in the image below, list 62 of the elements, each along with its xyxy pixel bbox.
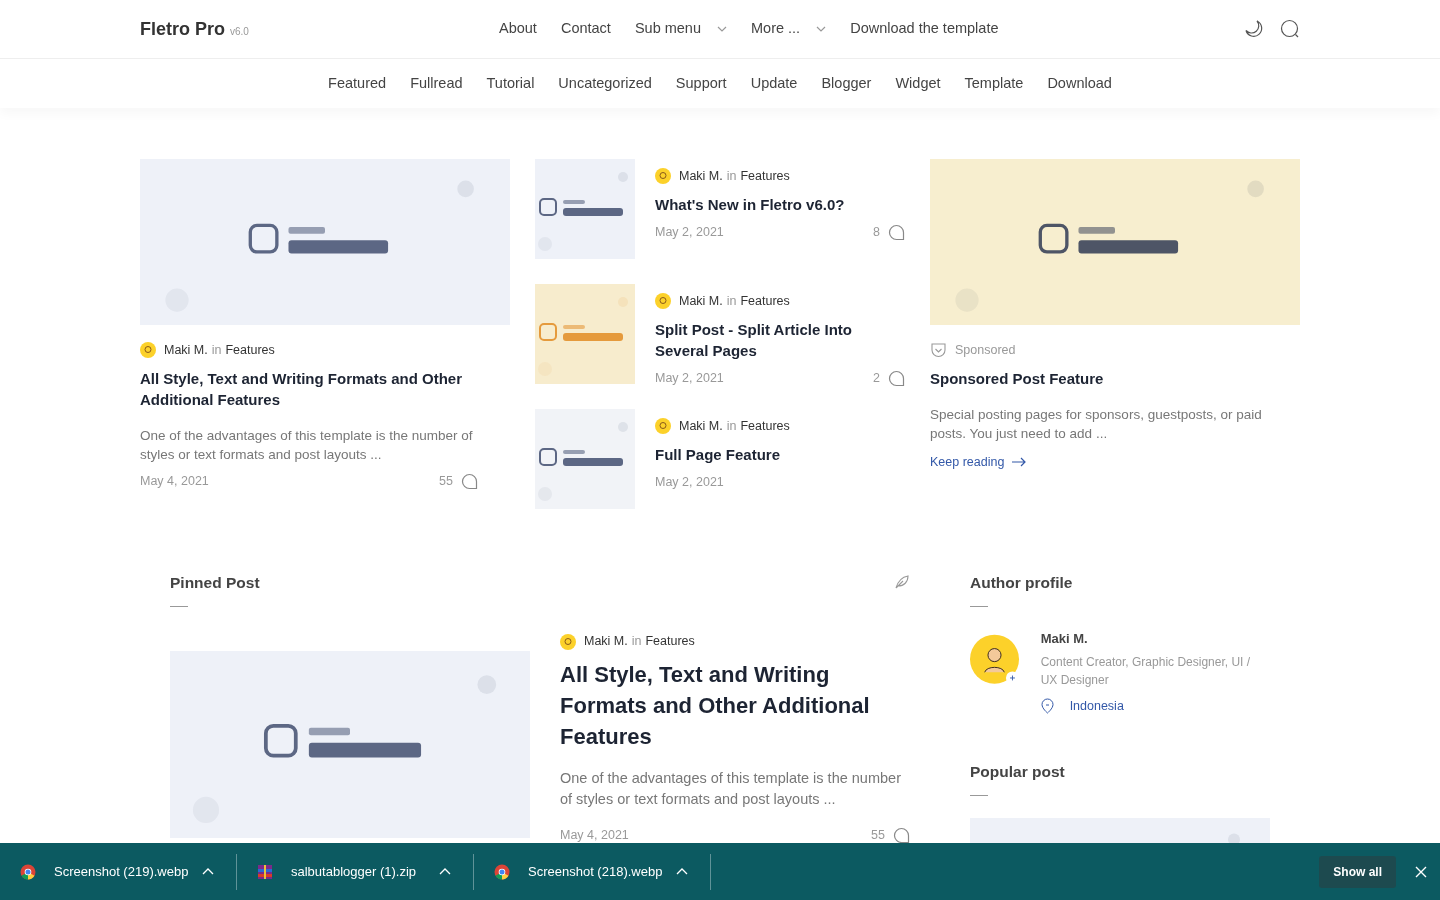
file-name[interactable]: Screenshot (218).webp xyxy=(528,861,663,882)
nav-link[interactable]: About xyxy=(499,18,537,40)
category-link[interactable]: Blogger xyxy=(821,72,872,95)
category-link[interactable]: Features xyxy=(740,417,790,436)
category-link[interactable]: Update xyxy=(750,72,798,95)
category-link[interactable]: Template xyxy=(964,72,1024,95)
category-link[interactable]: Features xyxy=(740,167,790,186)
nav-link[interactable]: More ... xyxy=(751,18,827,40)
nav-link[interactable]: Contact xyxy=(560,18,611,40)
section-heading: Author profile xyxy=(970,573,1074,593)
category-link[interactable]: Download xyxy=(1047,72,1112,95)
post-date: May 2, 2021 xyxy=(655,223,724,241)
comment-count: 8 xyxy=(873,223,880,241)
preposition-text: in xyxy=(726,293,737,310)
keep-reading-link[interactable]: Keep reading xyxy=(930,452,1027,472)
site-logo[interactable]: Fletro Pro xyxy=(140,15,225,43)
category-link[interactable]: Featured xyxy=(328,72,387,95)
category-link[interactable]: Uncategorized xyxy=(558,72,652,95)
location-link[interactable]: Indonesia xyxy=(1040,696,1124,716)
post-author[interactable]: Maki M. xyxy=(164,341,208,360)
post-title[interactable]: Sponsored Post Feature xyxy=(930,367,1300,389)
category-link[interactable]: Widget xyxy=(895,72,941,95)
post-title[interactable]: All Style, Text and Writing Formats and Other Additional Features xyxy=(560,659,910,752)
version-label: v6.0 xyxy=(230,24,249,39)
category-link[interactable]: Features xyxy=(225,341,275,360)
post-date: May 4, 2021 xyxy=(140,472,209,490)
post-date: May 2, 2021 xyxy=(655,369,724,387)
category-link[interactable]: Tutorial xyxy=(486,72,535,95)
post-author[interactable]: Maki M. xyxy=(679,417,723,436)
section-heading: Popular post xyxy=(970,762,1066,783)
preposition-text: in xyxy=(726,168,737,185)
author-name[interactable]: Maki M. xyxy=(1040,629,1270,649)
nav-link[interactable]: Download the template xyxy=(850,18,999,40)
post-title[interactable]: Split Post - Split Article Into Several Pages xyxy=(655,318,905,361)
comment-count: 55 xyxy=(871,827,885,843)
post-author[interactable]: Maki M. xyxy=(679,292,723,311)
post-title[interactable]: All Style, Text and Writing Formats and Other Additional Features xyxy=(140,367,510,410)
preposition-text: in xyxy=(631,633,642,651)
author-bio: Content Creator, Graphic Designer, UI / UX Designer xyxy=(1040,653,1252,689)
file-name[interactable]: Screenshot (219).webp xyxy=(54,861,189,882)
post-date: May 4, 2021 xyxy=(560,827,629,843)
preposition-text: in xyxy=(726,418,737,435)
comment-count: 55 xyxy=(439,472,453,490)
file-name[interactable]: salbutablogger (1).zip xyxy=(291,861,417,882)
post-author[interactable]: Maki M. xyxy=(679,167,723,186)
post-author[interactable]: Maki M. xyxy=(584,632,628,651)
post-title[interactable]: What's New in Fletro v6.0? xyxy=(655,193,905,215)
comment-count: 2 xyxy=(873,369,880,387)
category-link[interactable]: Fullread xyxy=(410,72,463,95)
nav-link[interactable]: Sub menu xyxy=(634,18,727,40)
post-date: May 2, 2021 xyxy=(655,473,724,491)
sponsored-label: Sponsored xyxy=(955,342,1016,359)
category-link[interactable]: Features xyxy=(645,632,695,651)
preposition-text: in xyxy=(211,342,222,359)
category-link[interactable]: Support xyxy=(675,72,727,95)
post-title[interactable]: Full Page Feature xyxy=(655,443,905,465)
show-all-button[interactable]: Show all xyxy=(1319,855,1396,888)
post-excerpt: One of the advantages of this template is the number of styles or text formats and post layouts ... xyxy=(140,426,474,464)
section-heading: Pinned Post xyxy=(170,573,260,593)
post-excerpt: Special posting pages for sponsors, guestposts, or paid posts. You just need to add ... xyxy=(930,405,1263,443)
category-link[interactable]: Features xyxy=(740,292,790,311)
post-excerpt: One of the advantages of this template is the number of styles or text formats and post layouts ... xyxy=(560,769,902,809)
